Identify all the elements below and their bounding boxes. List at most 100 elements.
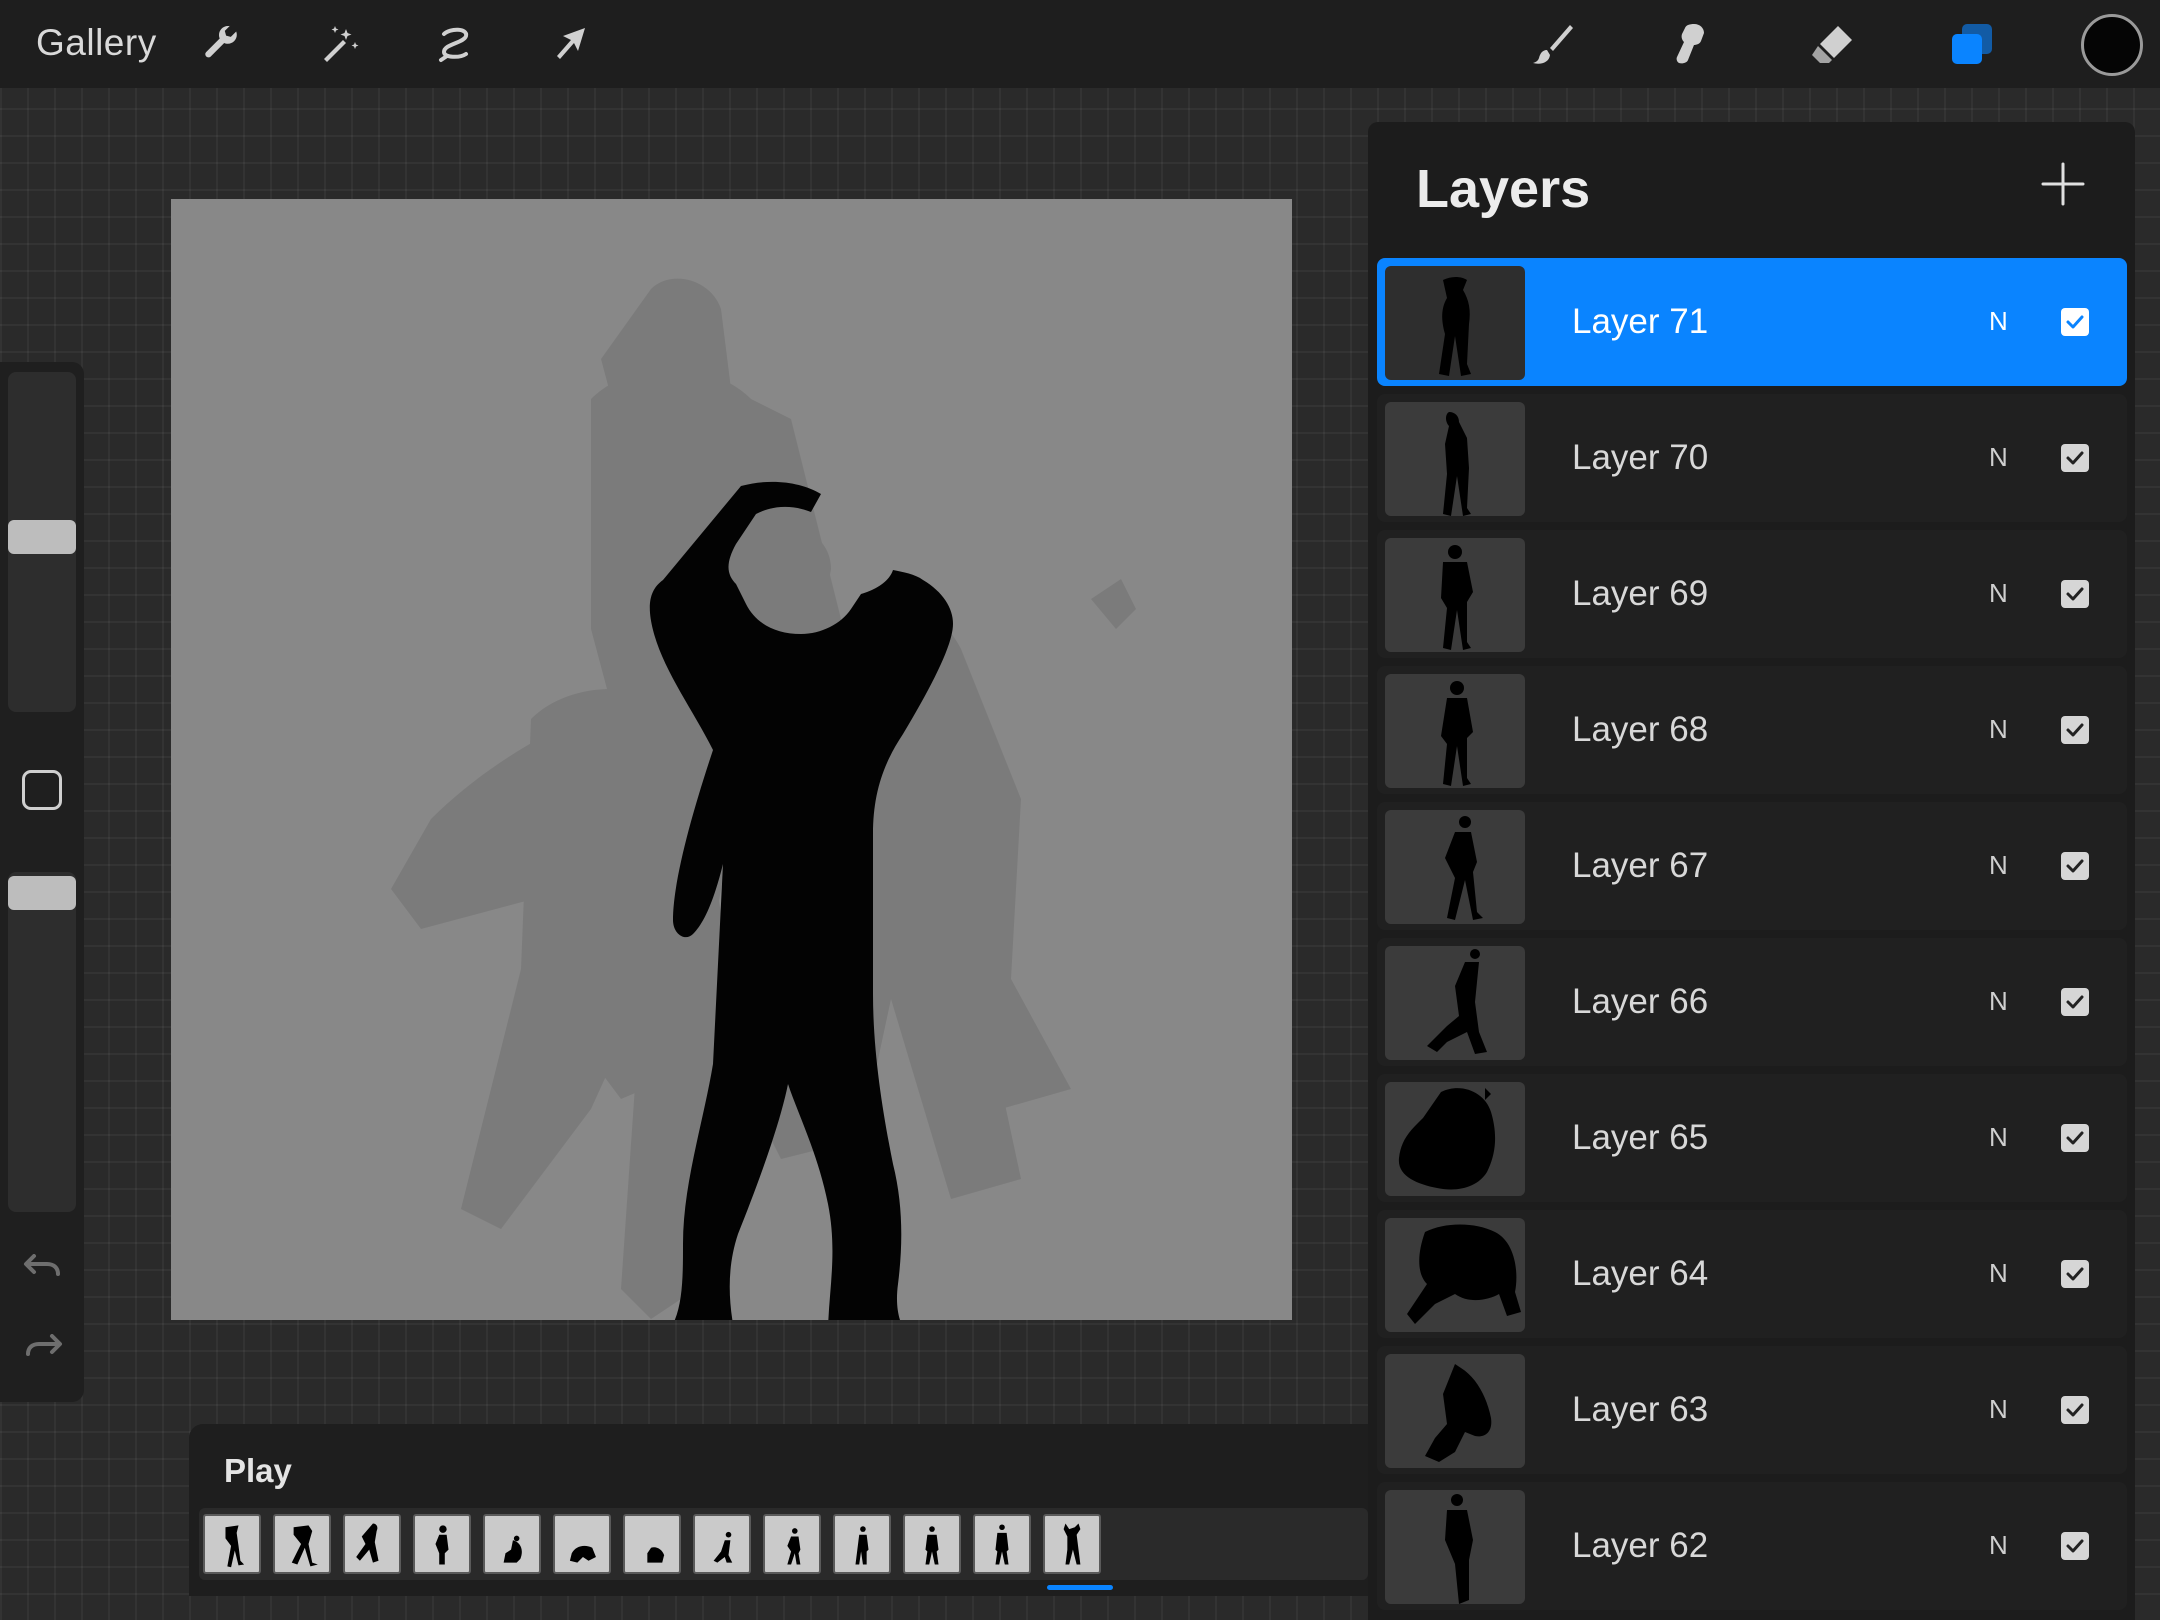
layer-row[interactable]: Layer 68 N (1377, 666, 2127, 794)
selection-icon (439, 27, 469, 62)
actions-button[interactable] (186, 8, 258, 80)
checkmark-icon (2066, 995, 2084, 1009)
layer-row[interactable]: Layer 67 N (1377, 802, 2127, 930)
layers-icon (1952, 24, 1992, 64)
wrench-icon (205, 25, 237, 58)
blend-mode-button[interactable]: N (1989, 306, 2008, 337)
frame-thumbnail[interactable] (903, 1514, 961, 1574)
layer-thumbnail (1385, 402, 1525, 516)
frame-thumbnail[interactable] (273, 1514, 331, 1574)
canvas-artwork (391, 278, 1136, 1320)
checkmark-icon (2066, 1539, 2084, 1553)
checkmark-icon (2066, 451, 2084, 465)
opacity-slider[interactable] (8, 872, 76, 1212)
brush-size-thumb[interactable] (8, 520, 76, 554)
blend-mode-button[interactable]: N (1989, 714, 2008, 745)
layer-name: Layer 68 (1572, 710, 1709, 749)
blend-mode-button[interactable]: N (1989, 1530, 2008, 1561)
layer-thumbnail (1385, 946, 1525, 1060)
layer-visibility-checkbox[interactable] (2061, 444, 2089, 472)
frame-thumbnail[interactable] (763, 1514, 821, 1574)
layer-thumbnail (1385, 1082, 1525, 1196)
layer-thumbnail (1385, 810, 1525, 924)
blend-mode-button[interactable]: N (1989, 1394, 2008, 1425)
frame-thumbnail[interactable] (833, 1514, 891, 1574)
frame-thumbnail[interactable] (483, 1514, 541, 1574)
layer-name: Layer 71 (1572, 302, 1709, 341)
layer-row[interactable]: Layer 65 N (1377, 1074, 2127, 1202)
left-sidebar (0, 362, 84, 1402)
opacity-thumb[interactable] (8, 876, 76, 910)
checkmark-icon (2066, 1403, 2084, 1417)
layer-row[interactable]: Layer 63 N (1377, 1346, 2127, 1474)
add-layer-icon[interactable] (2039, 160, 2087, 208)
redo-icon[interactable] (22, 1326, 64, 1368)
blend-mode-button[interactable]: N (1989, 850, 2008, 881)
frame-thumbnail[interactable] (343, 1514, 401, 1574)
frames-timeline[interactable] (199, 1508, 1368, 1580)
layer-thumbnail (1385, 1218, 1525, 1332)
checkmark-icon (2066, 587, 2084, 601)
layers-panel-title: Layers (1416, 159, 1591, 219)
layer-visibility-checkbox[interactable] (2061, 1396, 2089, 1424)
layers-button[interactable] (1936, 8, 2008, 80)
smudge-button[interactable] (1656, 8, 1728, 80)
layer-visibility-checkbox[interactable] (2061, 308, 2089, 336)
frame-thumbnail[interactable] (1043, 1514, 1101, 1574)
smudge-icon (1676, 24, 1704, 64)
frame-thumbnail[interactable] (973, 1514, 1031, 1574)
layer-row[interactable]: Layer 70 N (1377, 394, 2127, 522)
layer-row[interactable]: Layer 71 N (1377, 258, 2127, 386)
undo-icon[interactable] (22, 1246, 64, 1288)
checkmark-icon (2066, 1267, 2084, 1281)
animation-assist-bar: Play (189, 1424, 1368, 1596)
blend-mode-button[interactable]: N (1989, 986, 2008, 1017)
layer-name: Layer 70 (1572, 438, 1709, 477)
layer-row[interactable]: Layer 62 N (1377, 1482, 2127, 1610)
layer-thumbnail (1385, 266, 1525, 380)
layer-name: Layer 66 (1572, 982, 1709, 1021)
layer-name: Layer 65 (1572, 1118, 1709, 1157)
layer-visibility-checkbox[interactable] (2061, 716, 2089, 744)
blend-mode-button[interactable]: N (1989, 578, 2008, 609)
checkmark-icon (2066, 723, 2084, 737)
layer-visibility-checkbox[interactable] (2061, 852, 2089, 880)
layer-row[interactable]: Layer 69 N (1377, 530, 2127, 658)
layer-row[interactable]: Layer 66 N (1377, 938, 2127, 1066)
drawing-canvas[interactable] (171, 199, 1292, 1320)
blend-mode-button[interactable]: N (1989, 442, 2008, 473)
selection-button[interactable] (419, 8, 491, 80)
layer-visibility-checkbox[interactable] (2061, 1124, 2089, 1152)
play-button[interactable]: Play (224, 1452, 292, 1490)
layer-row[interactable]: Layer 64 N (1377, 1210, 2127, 1338)
brush-button[interactable] (1516, 8, 1588, 80)
layer-visibility-checkbox[interactable] (2061, 580, 2089, 608)
layer-visibility-checkbox[interactable] (2061, 1532, 2089, 1560)
adjustments-button[interactable] (303, 8, 375, 80)
frame-thumbnail[interactable] (413, 1514, 471, 1574)
layer-visibility-checkbox[interactable] (2061, 1260, 2089, 1288)
modify-button[interactable] (22, 770, 62, 810)
color-picker-button[interactable] (2081, 14, 2143, 76)
layer-thumbnail (1385, 674, 1525, 788)
layer-visibility-checkbox[interactable] (2061, 988, 2089, 1016)
blend-mode-button[interactable]: N (1989, 1122, 2008, 1153)
transform-arrow-icon (557, 28, 585, 59)
layer-name: Layer 62 (1572, 1526, 1709, 1565)
checkmark-icon (2066, 315, 2084, 329)
frame-thumbnail[interactable] (693, 1514, 751, 1574)
blend-mode-button[interactable]: N (1989, 1258, 2008, 1289)
layer-thumbnail (1385, 1354, 1525, 1468)
layer-name: Layer 69 (1572, 574, 1709, 613)
layer-thumbnail (1385, 1490, 1525, 1604)
layer-thumbnail (1385, 538, 1525, 652)
eraser-button[interactable] (1796, 8, 1868, 80)
frame-thumbnail[interactable] (553, 1514, 611, 1574)
transform-button[interactable] (535, 8, 607, 80)
gallery-button[interactable]: Gallery (36, 22, 157, 64)
checkmark-icon (2066, 859, 2084, 873)
frame-thumbnail[interactable] (623, 1514, 681, 1574)
top-toolbar: Gallery (0, 0, 2160, 88)
frame-thumbnail[interactable] (203, 1514, 261, 1574)
current-frame-indicator (1047, 1585, 1113, 1590)
